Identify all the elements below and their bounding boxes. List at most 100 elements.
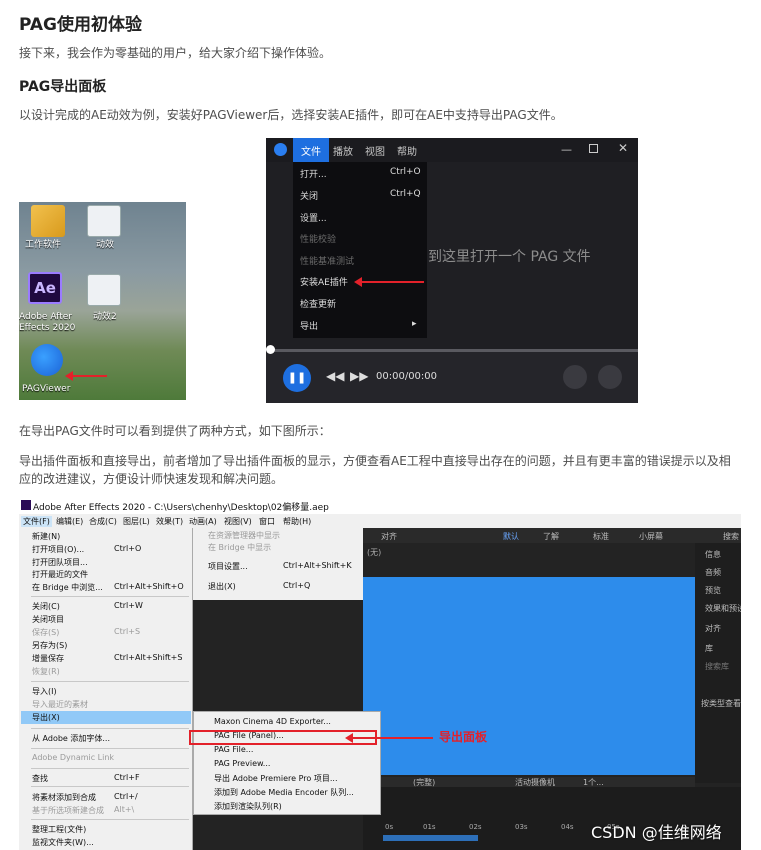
desktop-icon-label: Adobe After Effects 2020 <box>19 312 76 333</box>
menu-import[interactable]: 导入(I) <box>32 686 57 697</box>
menu-open-project[interactable]: 打开项目(O)... <box>32 544 84 555</box>
shortcut: Ctrl+Alt+Shift+S <box>114 653 183 662</box>
menu-help[interactable]: 帮助 <box>397 143 417 158</box>
panel-info[interactable]: 信息 <box>705 549 721 560</box>
panel-effects[interactable]: 效果和预设 <box>705 603 741 614</box>
align-label[interactable]: 对齐 <box>381 531 397 542</box>
progress-knob[interactable] <box>266 345 275 354</box>
after-effects-screenshot: Adobe After Effects 2020 - C:\Users\chen… <box>19 497 741 850</box>
menu-watch-folder[interactable]: 监视文件夹(W)... <box>32 837 94 848</box>
menu-item-export[interactable]: 导出 <box>300 319 318 332</box>
maximize-icon[interactable] <box>589 144 598 153</box>
arrow-head <box>345 733 353 743</box>
pause-button[interactable]: ❚❚ <box>283 364 311 392</box>
ae-menu-effect[interactable]: 效果(T) <box>156 516 183 527</box>
menu-export[interactable]: 导出(X) <box>32 712 60 723</box>
ae-export-submenu: Maxon Cinema 4D Exporter... PAG File (Pa… <box>193 711 381 815</box>
search-label[interactable]: 搜索 <box>723 531 739 542</box>
menu-close[interactable]: 关闭(C) <box>32 601 60 612</box>
shortcut: Ctrl+Alt+Shift+K <box>283 561 352 570</box>
work-area-bar[interactable] <box>383 835 478 841</box>
shortcut: Alt+\ <box>114 805 135 814</box>
menu-item-close[interactable]: 关闭 <box>300 189 318 202</box>
paragraph-methods: 在导出PAG文件时可以看到提供了两种方式，如下图所示： <box>19 424 331 438</box>
menu-add-fonts[interactable]: 从 Adobe 添加字体... <box>32 733 110 744</box>
menu-find[interactable]: 查找 <box>32 773 48 784</box>
menu-file[interactable]: 文件 <box>293 138 329 162</box>
ae-menu-window[interactable]: 窗口 <box>259 516 275 527</box>
shortcut-close: Ctrl+Q <box>390 189 421 199</box>
menu-item-check-update[interactable]: 检查更新 <box>300 297 336 310</box>
menu-add-render-queue[interactable]: 添加到渲染队列(R) <box>214 801 282 812</box>
ae-menu-file[interactable]: 文件(F) <box>21 516 52 527</box>
menu-view[interactable]: 视图 <box>365 143 385 158</box>
ae-menubar: 文件(F) 编辑(E) 合成(C) 图层(L) 效果(T) 动画(A) 视图(V… <box>19 514 741 528</box>
ae-menu-comp[interactable]: 合成(C) <box>89 516 117 527</box>
panel-align[interactable]: 对齐 <box>705 623 721 634</box>
progress-track[interactable] <box>270 349 638 352</box>
shortcut: Ctrl+Q <box>283 581 311 590</box>
library-search[interactable]: 搜索库 <box>705 661 729 672</box>
view-by-type[interactable]: 按类型查看 <box>701 698 741 709</box>
menu-import-recent: 导入最近的素材 <box>32 700 88 709</box>
ae-menu-help[interactable]: 帮助(H) <box>283 516 311 527</box>
menu-new[interactable]: 新建(N) <box>32 531 60 542</box>
menu-dependencies[interactable]: 整理工程(文件) <box>32 824 86 835</box>
layers-button[interactable] <box>563 365 587 389</box>
time-display: 00:00/00:00 <box>376 371 438 382</box>
rewind-icon[interactable]: ◀◀ <box>326 369 344 383</box>
menu-pag-file[interactable]: PAG File... <box>214 745 253 754</box>
close-icon[interactable]: ✕ <box>618 141 628 155</box>
minimize-icon[interactable]: — <box>561 143 572 156</box>
menu-item-benchmark: 性能基准测试 <box>300 257 355 267</box>
menu-save-as[interactable]: 另存为(S) <box>32 640 67 651</box>
ae-menu-edit[interactable]: 编辑(E) <box>56 516 83 527</box>
intro-paragraph: 接下来，我会作为零基础的用户，给大家介绍下操作体验。 <box>19 46 332 60</box>
window-icon <box>87 205 121 237</box>
menu-add-media-encoder[interactable]: 添加到 Adobe Media Encoder 队列... <box>214 787 354 798</box>
forward-icon[interactable]: ▶▶ <box>350 369 368 383</box>
menu-pag-preview[interactable]: PAG Preview... <box>214 759 270 768</box>
menu-browse-bridge[interactable]: 在 Bridge 中浏览... <box>32 582 103 593</box>
panel-preview[interactable]: 预览 <box>705 585 721 596</box>
menu-add-to-comp[interactable]: 将素材添加到合成 <box>32 792 96 803</box>
workspace-standard[interactable]: 标准 <box>593 531 609 542</box>
arrow-head <box>354 277 362 287</box>
desktop-screenshot: 工作软件 动效 Ae Adobe After Effects 2020 动效2 … <box>19 202 186 400</box>
after-effects-icon: Ae <box>28 272 62 304</box>
panel-audio[interactable]: 音频 <box>705 567 721 578</box>
menu-cinema4d-exporter[interactable]: Maxon Cinema 4D Exporter... <box>214 717 331 726</box>
menu-separator <box>31 768 189 769</box>
menu-project-settings[interactable]: 项目设置... <box>208 561 248 572</box>
menu-exit[interactable]: 退出(X) <box>208 581 236 592</box>
menu-open-recent[interactable]: 打开最近的文件 <box>32 569 88 580</box>
pagviewer-icon <box>31 344 63 376</box>
arrow-head <box>65 371 73 381</box>
menu-separator <box>31 786 189 787</box>
menu-close-project[interactable]: 关闭项目 <box>32 614 64 625</box>
menu-play[interactable]: 播放 <box>333 143 353 158</box>
timeline-tick: 03s <box>515 823 528 831</box>
menu-separator <box>31 596 189 597</box>
watermark: CSDN @佳维网络 <box>591 823 722 842</box>
arrow-annotation <box>351 737 433 739</box>
page-title: PAG使用初体验 <box>19 15 143 35</box>
menu-open-team-project[interactable]: 打开团队项目... <box>32 557 88 568</box>
menu-item-install-ae-plugin[interactable]: 安装AE插件 <box>300 275 348 288</box>
menu-item-open[interactable]: 打开... <box>300 167 327 180</box>
workspace-learn[interactable]: 了解 <box>543 531 559 542</box>
workspace-default[interactable]: 默认 <box>503 531 519 542</box>
workspace-small[interactable]: 小屏幕 <box>639 531 663 542</box>
ae-menu-layer[interactable]: 图层(L) <box>123 516 150 527</box>
menu-item-settings[interactable]: 设置... <box>300 211 327 224</box>
menu-reveal-explorer: 在资源管理器中显示 <box>208 531 280 540</box>
menu-increment-save[interactable]: 增量保存 <box>32 653 64 664</box>
menu-save: 保存(S) <box>32 628 60 637</box>
ae-file-menu-extra: 在资源管理器中显示 在 Bridge 中显示 项目设置... Ctrl+Alt+… <box>193 528 363 600</box>
menu-export-premiere[interactable]: 导出 Adobe Premiere Pro 项目... <box>214 773 338 784</box>
ae-menu-view[interactable]: 视图(V) <box>224 516 252 527</box>
panel-library[interactable]: 库 <box>705 643 713 654</box>
ae-menu-animation[interactable]: 动画(A) <box>189 516 217 527</box>
panel-button[interactable] <box>598 365 622 389</box>
section-heading: PAG导出面板 <box>19 79 107 95</box>
